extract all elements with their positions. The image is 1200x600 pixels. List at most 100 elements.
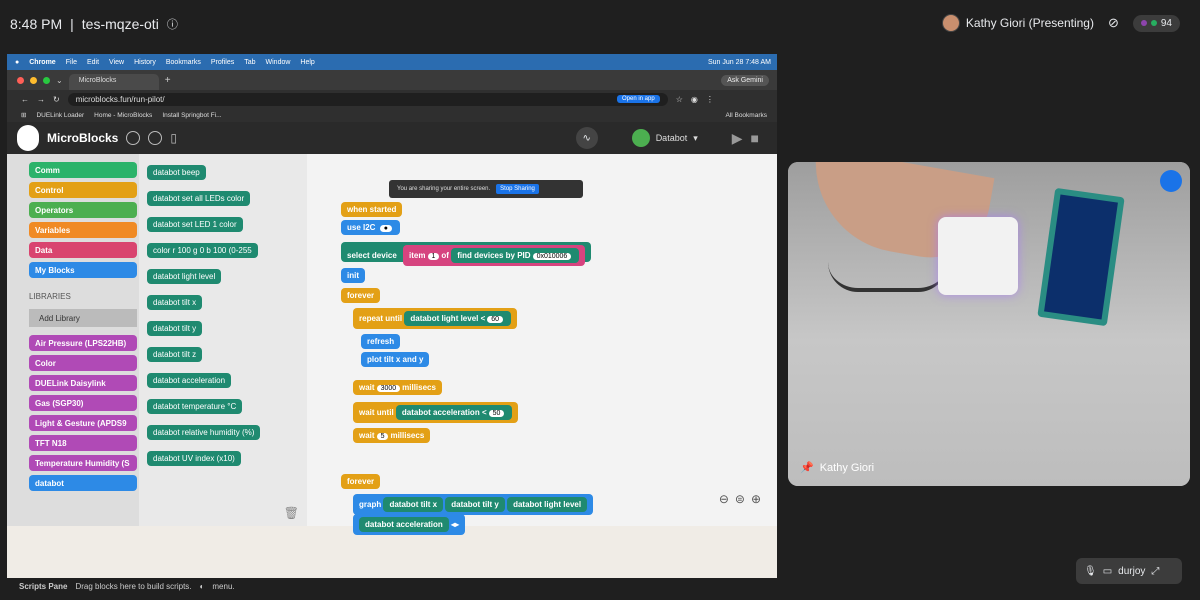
menu-window[interactable]: Window <box>266 59 291 66</box>
init-block[interactable]: init <box>341 268 365 283</box>
back-icon[interactable]: ← <box>21 95 29 104</box>
palette-block[interactable]: databot tilt x <box>147 295 203 310</box>
library-light-gesture[interactable]: Light & Gesture (APDS9 <box>29 415 137 431</box>
stop-sharing-button[interactable]: Stop Sharing <box>496 184 539 194</box>
bookmark-star-icon[interactable]: ☆ <box>676 95 683 104</box>
apps-icon[interactable]: ⊞ <box>21 111 26 119</box>
category-operators[interactable]: Operators <box>29 202 137 218</box>
menu-history[interactable]: History <box>134 59 156 66</box>
graph-block[interactable]: graph databot tilt x databot tilt y data… <box>353 494 594 515</box>
palette-block[interactable]: databot temperature °C <box>147 399 243 414</box>
menu-profiles[interactable]: Profiles <box>211 59 234 66</box>
category-my-blocks[interactable]: My Blocks <box>29 262 137 278</box>
apple-icon[interactable]: ● <box>15 59 19 66</box>
scripts-workspace[interactable]: You are sharing your entire screen. Stop… <box>307 154 777 535</box>
palette-block[interactable]: databot UV index (x10) <box>147 451 241 466</box>
zoom-in-icon[interactable]: ⊕ <box>751 492 761 506</box>
self-view-tile[interactable]: 🎙 ▭ durjoy ⤢ <box>1076 558 1182 584</box>
palette-block[interactable]: databot relative humidity (%) <box>147 425 261 440</box>
zoom-reset-icon[interactable]: ⊜ <box>735 492 745 506</box>
library-gas[interactable]: Gas (SGP30) <box>29 395 137 411</box>
acceleration-reporter[interactable]: databot acceleration <box>359 517 449 532</box>
participants-badge[interactable]: 94 <box>1132 14 1180 32</box>
category-comm[interactable]: Comm <box>29 162 137 178</box>
forever-block-2[interactable]: forever <box>341 474 381 489</box>
mic-off-icon[interactable]: 🎙 <box>1084 566 1097 577</box>
wait-block[interactable]: wait 3000 millisecs <box>353 380 442 395</box>
refresh-block[interactable]: refresh <box>361 334 401 349</box>
item-of-block[interactable]: item 1 of find devices by PID 0x010006 <box>403 245 586 266</box>
no-image-icon[interactable]: ⊘ <box>1108 15 1119 31</box>
tab-microblocks[interactable]: MicroBlocks <box>68 74 159 90</box>
forever-block[interactable]: forever <box>341 288 381 303</box>
close-window-button[interactable] <box>17 76 24 84</box>
menu-bookmarks[interactable]: Bookmarks <box>166 59 201 66</box>
menu-help[interactable]: Help <box>300 59 314 66</box>
toggle-switch[interactable]: ● <box>379 225 392 232</box>
menu-view[interactable]: View <box>109 59 124 66</box>
minimize-window-button[interactable] <box>30 76 37 84</box>
palette-block[interactable]: color r 100 g 0 b 100 (0-255 <box>147 243 258 258</box>
start-icon[interactable]: ▶ <box>732 130 743 147</box>
library-duelink[interactable]: DUELink Daisylink <box>29 375 137 391</box>
wait-ms-block[interactable]: wait 5 millisecs <box>353 428 431 443</box>
expand-icon[interactable]: ⤢ <box>1151 566 1159 577</box>
library-databot[interactable]: databot <box>29 475 137 491</box>
all-bookmarks[interactable]: All Bookmarks <box>725 112 767 119</box>
info-icon[interactable]: ⓘ <box>167 16 178 32</box>
graph-block-cont[interactable]: databot acceleration ◂▸ <box>353 514 466 535</box>
open-in-app-button[interactable]: Open in app <box>617 95 660 103</box>
maximize-window-button[interactable] <box>43 76 50 84</box>
select-device-block[interactable]: select device item 1 of find devices by PI… <box>341 242 592 266</box>
add-library-button[interactable]: Add Library <box>29 309 137 327</box>
ask-gemini-button[interactable]: Ask Gemini <box>721 74 769 86</box>
tilt-x-reporter[interactable]: databot tilt x <box>383 497 444 512</box>
bookmark-springbot[interactable]: Install Springbot Fi... <box>162 112 221 119</box>
library-temp-humidity[interactable]: Temperature Humidity (S <box>29 455 137 471</box>
url-field[interactable]: microblocks.fun/run-pilot/ Open in app <box>67 92 668 106</box>
new-tab-icon[interactable]: + <box>165 75 171 86</box>
gear-icon[interactable] <box>148 131 163 145</box>
zoom-out-icon[interactable]: ⊖ <box>719 492 729 506</box>
palette-block[interactable]: databot set all LEDs color <box>147 191 251 206</box>
library-air-pressure[interactable]: Air Pressure (LPS22HB) <box>29 335 137 351</box>
category-control[interactable]: Control <box>29 182 137 198</box>
graph-pulse-icon[interactable]: ∿ <box>575 127 598 149</box>
tab-search-icon[interactable]: ⌄ <box>56 76 63 85</box>
presenter-chip[interactable]: Kathy Giori (Presenting) <box>941 14 1094 32</box>
when-started-block[interactable]: when started <box>341 202 403 217</box>
wait-until-block[interactable]: wait until databot acceleration <50 <box>353 402 519 423</box>
file-icon[interactable]: ▯ <box>170 131 177 145</box>
forward-icon[interactable]: → <box>37 95 45 104</box>
palette-block[interactable]: databot light level <box>147 269 222 284</box>
camera-off-icon[interactable]: ▭ <box>1103 566 1112 577</box>
globe-icon[interactable] <box>126 131 141 145</box>
board-selector[interactable]: Databot ▾ <box>631 129 698 147</box>
category-variables[interactable]: Variables <box>29 222 137 238</box>
palette-block[interactable]: databot acceleration <box>147 373 232 388</box>
chrome-menu-icon[interactable]: ⋮ <box>706 95 714 104</box>
trash-icon[interactable]: 🗑 <box>284 506 299 520</box>
palette-block[interactable]: databot tilt z <box>147 347 203 362</box>
tilt-y-reporter[interactable]: databot tilt y <box>445 497 505 512</box>
library-tft[interactable]: TFT N18 <box>29 435 137 451</box>
palette-block[interactable]: databot set LED 1 color <box>147 217 243 232</box>
stop-icon[interactable]: ■ <box>751 130 759 147</box>
bookmark-duelink[interactable]: DUELink Loader <box>36 112 84 119</box>
repeat-until-block[interactable]: repeat until databot light level <60 <box>353 308 518 329</box>
pin-icon[interactable]: 📌 <box>800 461 814 474</box>
find-devices-block[interactable]: find devices by PID 0x010006 <box>451 248 580 263</box>
plot-tilt-block[interactable]: plot tilt x and y <box>361 352 430 367</box>
profile-icon[interactable]: ◉ <box>691 95 698 104</box>
use-i2c-block[interactable]: use I2C ● <box>341 220 400 235</box>
library-color[interactable]: Color <box>29 355 137 371</box>
bookmark-microblocks[interactable]: Home - MicroBlocks <box>94 112 152 119</box>
palette-block[interactable]: databot beep <box>147 165 206 180</box>
category-data[interactable]: Data <box>29 242 137 258</box>
palette-block[interactable]: databot tilt y <box>147 321 203 336</box>
reload-icon[interactable]: ↻ <box>53 95 60 104</box>
light-level-reporter[interactable]: databot light level <box>507 497 588 512</box>
participant-video-tile[interactable]: 📌 Kathy Giori <box>788 162 1190 486</box>
menu-edit[interactable]: Edit <box>87 59 99 66</box>
light-compare-block[interactable]: databot light level <60 <box>404 311 512 326</box>
